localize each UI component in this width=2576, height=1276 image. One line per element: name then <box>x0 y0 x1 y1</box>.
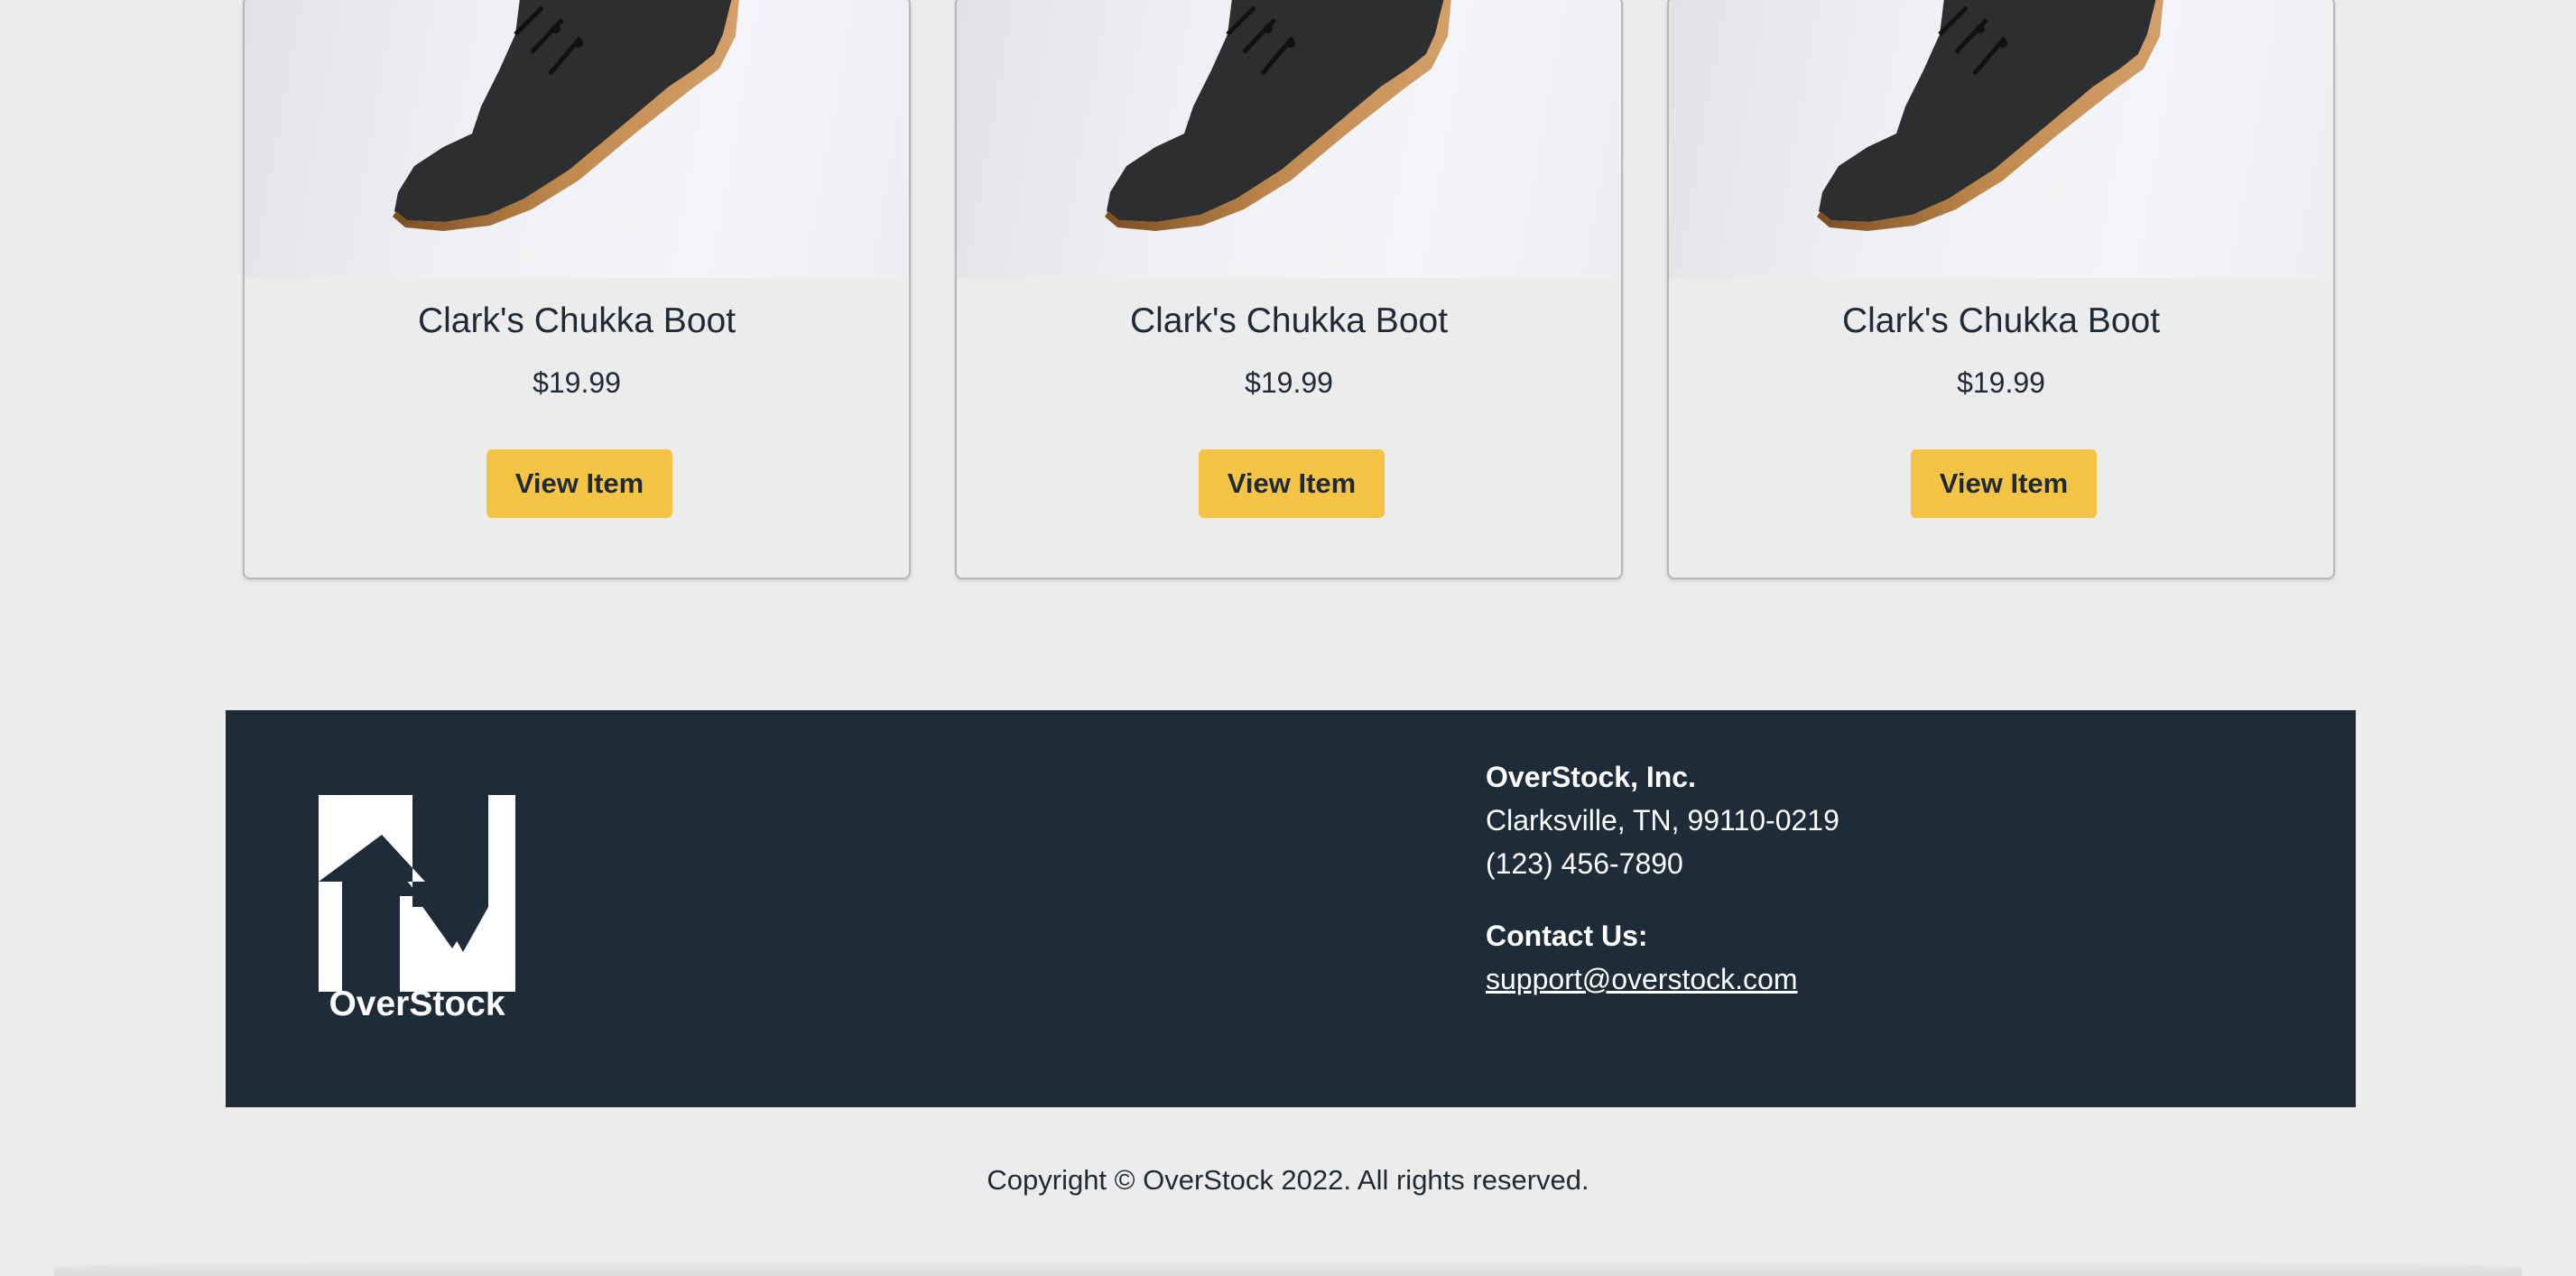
product-title: Clark's Chukka Boot <box>417 301 737 340</box>
contact-heading: Contact Us: <box>1486 920 1648 952</box>
view-item-button[interactable]: View Item <box>1911 449 2097 518</box>
product-price: $19.99 <box>1957 366 2045 399</box>
company-phone: (123) 456-7890 <box>1486 847 1683 880</box>
product-price: $19.99 <box>533 366 621 399</box>
boot-image <box>1105 0 1451 231</box>
view-item-button[interactable]: View Item <box>1199 449 1385 518</box>
logo-text: OverStock <box>329 985 505 1023</box>
view-item-button[interactable]: View Item <box>486 449 672 518</box>
company-address: Clarksville, TN, 99110-0219 <box>1486 804 1839 837</box>
product-title: Clark's Chukka Boot <box>1841 301 2161 340</box>
product-card: Clark's Chukka Boot $19.99 View Item <box>1667 0 2335 579</box>
copyright-text: Copyright © OverStock 2022. All rights r… <box>987 1164 1589 1196</box>
support-email-link[interactable]: support@overstock.com <box>1486 963 1798 995</box>
site-footer: OverStock OverStock, Inc. Clarksville, T… <box>226 710 2356 1107</box>
product-title: Clark's Chukka Boot <box>1129 301 1449 340</box>
logo-arrows-icon <box>319 795 515 992</box>
product-price: $19.99 <box>1245 366 1333 399</box>
bottom-shadow <box>54 1259 2522 1276</box>
product-image[interactable] <box>1669 0 2333 278</box>
company-info: OverStock, Inc. Clarksville, TN, 99110-0… <box>1486 755 1839 1001</box>
page: Clark's Chukka Boot $19.99 View Item Cla… <box>0 0 2576 1276</box>
boot-image <box>393 0 739 231</box>
overstock-logo[interactable]: OverStock <box>319 795 515 1030</box>
product-card: Clark's Chukka Boot $19.99 View Item <box>243 0 911 579</box>
product-card: Clark's Chukka Boot $19.99 View Item <box>955 0 1623 579</box>
product-image[interactable] <box>245 0 909 278</box>
product-image[interactable] <box>957 0 1621 278</box>
company-name: OverStock, Inc. <box>1486 761 1696 793</box>
boot-image <box>1817 0 2164 231</box>
